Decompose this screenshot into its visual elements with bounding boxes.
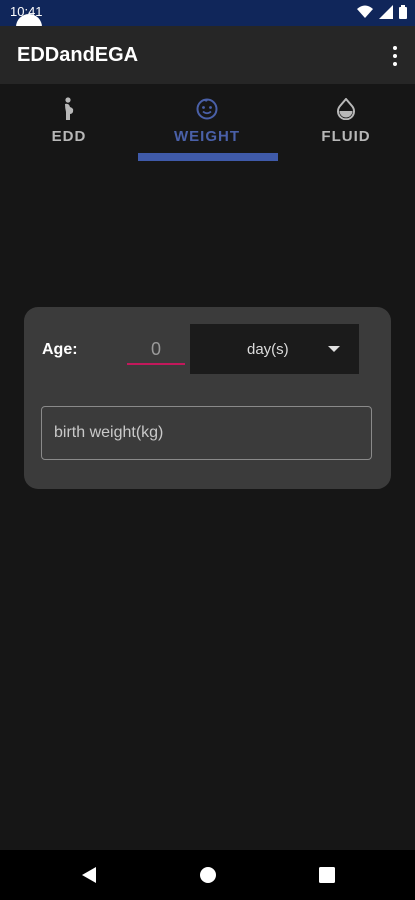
tab-label-edd: EDD	[51, 128, 87, 145]
birth-weight-field[interactable]	[41, 406, 372, 460]
tab-label-weight: WEIGHT	[174, 128, 240, 145]
status-icons	[357, 5, 407, 24]
wifi-icon	[357, 5, 373, 24]
recents-icon[interactable]	[315, 863, 339, 887]
home-icon[interactable]	[196, 863, 220, 887]
drop-icon	[333, 96, 359, 122]
age-label: Age:	[42, 341, 78, 358]
age-unit-value: day(s)	[247, 341, 289, 358]
tab-label-fluid: FLUID	[321, 128, 371, 145]
app-title: EDDandEGA	[17, 44, 139, 66]
signal-icon	[379, 5, 393, 24]
chevron-down-icon	[328, 346, 340, 352]
more-vert-icon[interactable]	[389, 44, 401, 68]
battery-icon	[399, 5, 407, 24]
age-unit-dropdown[interactable]: day(s)	[190, 324, 359, 374]
baby-face-icon	[194, 96, 220, 122]
app-screen: 10:41 EDDandEGA EDD WEIGHT FLUID Age: 0 …	[0, 0, 415, 900]
tab-fluid[interactable]: FLUID	[277, 84, 415, 164]
tab-weight[interactable]: WEIGHT	[138, 84, 276, 164]
back-icon[interactable]	[77, 863, 101, 887]
weight-form-card: Age: day(s)	[24, 307, 391, 489]
status-bar: 10:41	[0, 0, 415, 26]
age-input[interactable]	[127, 335, 185, 365]
pregnant-woman-icon	[56, 96, 82, 122]
system-nav-bar	[0, 850, 415, 900]
tab-edd[interactable]: EDD	[0, 84, 138, 164]
app-bar: EDDandEGA	[0, 26, 415, 84]
tab-bar: EDD WEIGHT FLUID	[0, 84, 415, 164]
tab-indicator	[138, 153, 278, 161]
